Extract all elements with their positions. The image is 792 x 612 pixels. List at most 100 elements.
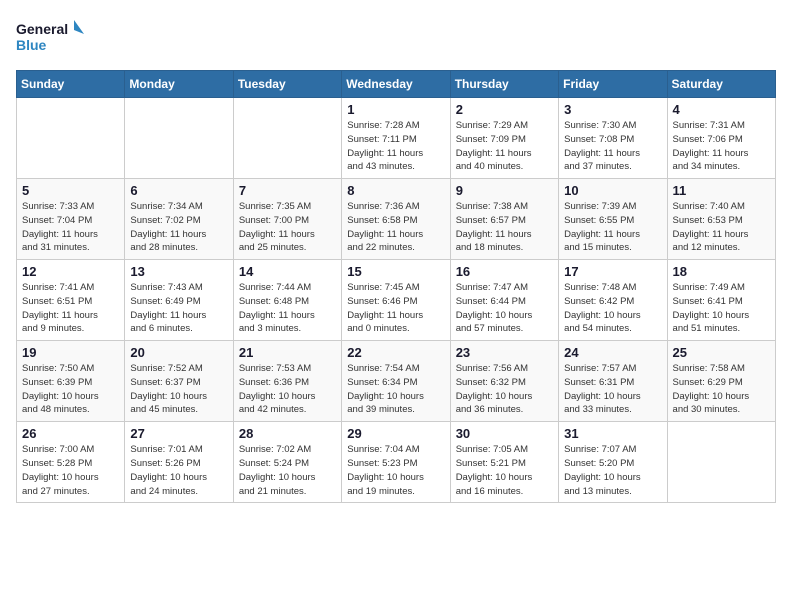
day-info: Sunrise: 7:04 AM Sunset: 5:23 PM Dayligh… [347, 443, 444, 498]
day-number: 28 [239, 426, 336, 441]
day-number: 17 [564, 264, 661, 279]
calendar-cell: 17 Sunrise: 7:48 AM Sunset: 6:42 PM Dayli… [559, 260, 667, 341]
day-info: Sunrise: 7:47 AM Sunset: 6:44 PM Dayligh… [456, 281, 553, 336]
day-info: Sunrise: 7:49 AM Sunset: 6:41 PM Dayligh… [673, 281, 770, 336]
day-info: Sunrise: 7:40 AM Sunset: 6:53 PM Dayligh… [673, 200, 770, 255]
day-info: Sunrise: 7:52 AM Sunset: 6:37 PM Dayligh… [130, 362, 227, 417]
day-number: 12 [22, 264, 119, 279]
day-number: 6 [130, 183, 227, 198]
day-info: Sunrise: 7:43 AM Sunset: 6:49 PM Dayligh… [130, 281, 227, 336]
day-number: 3 [564, 102, 661, 117]
calendar-cell [125, 98, 233, 179]
calendar-cell: 2 Sunrise: 7:29 AM Sunset: 7:09 PM Daylig… [450, 98, 558, 179]
calendar-cell: 13 Sunrise: 7:43 AM Sunset: 6:49 PM Dayli… [125, 260, 233, 341]
weekday-wednesday: Wednesday [342, 71, 450, 98]
day-info: Sunrise: 7:54 AM Sunset: 6:34 PM Dayligh… [347, 362, 444, 417]
day-number: 9 [456, 183, 553, 198]
weekday-thursday: Thursday [450, 71, 558, 98]
logo-svg: General Blue [16, 16, 86, 58]
calendar-cell: 24Sunrise: 7:57 AM Sunset: 6:31 PM Dayli… [559, 341, 667, 422]
logo: General Blue [16, 16, 86, 58]
calendar-cell: 1 Sunrise: 7:28 AM Sunset: 7:11 PM Daylig… [342, 98, 450, 179]
day-number: 10 [564, 183, 661, 198]
calendar-cell: 26 Sunrise: 7:00 AM Sunset: 5:28 PM Dayli… [17, 422, 125, 503]
day-info: Sunrise: 7:02 AM Sunset: 5:24 PM Dayligh… [239, 443, 336, 498]
calendar-cell: 6 Sunrise: 7:34 AM Sunset: 7:02 PM Daylig… [125, 179, 233, 260]
day-number: 2 [456, 102, 553, 117]
day-number: 30 [456, 426, 553, 441]
day-info: Sunrise: 7:00 AM Sunset: 5:28 PM Dayligh… [22, 443, 119, 498]
day-info: Sunrise: 7:07 AM Sunset: 5:20 PM Dayligh… [564, 443, 661, 498]
day-info: Sunrise: 7:33 AM Sunset: 7:04 PM Dayligh… [22, 200, 119, 255]
day-info: Sunrise: 7:01 AM Sunset: 5:26 PM Dayligh… [130, 443, 227, 498]
calendar-cell: 19 Sunrise: 7:50 AM Sunset: 6:39 PM Dayli… [17, 341, 125, 422]
week-row-4: 19 Sunrise: 7:50 AM Sunset: 6:39 PM Dayli… [17, 341, 776, 422]
calendar-cell: 9 Sunrise: 7:38 AM Sunset: 6:57 PM Daylig… [450, 179, 558, 260]
calendar-cell: 29 Sunrise: 7:04 AM Sunset: 5:23 PM Dayli… [342, 422, 450, 503]
day-number: 21 [239, 345, 336, 360]
day-number: 20 [130, 345, 227, 360]
calendar-cell [667, 422, 775, 503]
day-info: Sunrise: 7:57 AM Sunset: 6:31 PM Dayligh… [564, 362, 661, 417]
day-number: 4 [673, 102, 770, 117]
day-info: Sunrise: 7:44 AM Sunset: 6:48 PM Dayligh… [239, 281, 336, 336]
day-number: 7 [239, 183, 336, 198]
calendar-cell: 16 Sunrise: 7:47 AM Sunset: 6:44 PM Dayli… [450, 260, 558, 341]
day-info: Sunrise: 7:58 AM Sunset: 6:29 PM Dayligh… [673, 362, 770, 417]
day-info: Sunrise: 7:29 AM Sunset: 7:09 PM Dayligh… [456, 119, 553, 174]
day-number: 16 [456, 264, 553, 279]
day-info: Sunrise: 7:48 AM Sunset: 6:42 PM Dayligh… [564, 281, 661, 336]
day-info: Sunrise: 7:39 AM Sunset: 6:55 PM Dayligh… [564, 200, 661, 255]
calendar-body: 1 Sunrise: 7:28 AM Sunset: 7:11 PM Daylig… [17, 98, 776, 503]
day-info: Sunrise: 7:50 AM Sunset: 6:39 PM Dayligh… [22, 362, 119, 417]
weekday-friday: Friday [559, 71, 667, 98]
day-info: Sunrise: 7:35 AM Sunset: 7:00 PM Dayligh… [239, 200, 336, 255]
calendar-cell: 28 Sunrise: 7:02 AM Sunset: 5:24 PM Dayli… [233, 422, 341, 503]
day-number: 5 [22, 183, 119, 198]
calendar-cell [17, 98, 125, 179]
calendar-cell: 27 Sunrise: 7:01 AM Sunset: 5:26 PM Dayli… [125, 422, 233, 503]
page-header: General Blue [16, 16, 776, 58]
day-info: Sunrise: 7:36 AM Sunset: 6:58 PM Dayligh… [347, 200, 444, 255]
day-number: 1 [347, 102, 444, 117]
calendar-cell [233, 98, 341, 179]
weekday-header-row: SundayMondayTuesdayWednesdayThursdayFrid… [17, 71, 776, 98]
weekday-sunday: Sunday [17, 71, 125, 98]
day-info: Sunrise: 7:30 AM Sunset: 7:08 PM Dayligh… [564, 119, 661, 174]
day-info: Sunrise: 7:53 AM Sunset: 6:36 PM Dayligh… [239, 362, 336, 417]
day-number: 8 [347, 183, 444, 198]
day-info: Sunrise: 7:28 AM Sunset: 7:11 PM Dayligh… [347, 119, 444, 174]
day-number: 19 [22, 345, 119, 360]
calendar-cell: 18Sunrise: 7:49 AM Sunset: 6:41 PM Dayli… [667, 260, 775, 341]
day-info: Sunrise: 7:05 AM Sunset: 5:21 PM Dayligh… [456, 443, 553, 498]
calendar-cell: 14Sunrise: 7:44 AM Sunset: 6:48 PM Dayli… [233, 260, 341, 341]
calendar-cell: 23Sunrise: 7:56 AM Sunset: 6:32 PM Dayli… [450, 341, 558, 422]
weekday-monday: Monday [125, 71, 233, 98]
calendar-cell: 15 Sunrise: 7:45 AM Sunset: 6:46 PM Dayli… [342, 260, 450, 341]
day-number: 22 [347, 345, 444, 360]
day-number: 11 [673, 183, 770, 198]
svg-text:General: General [16, 21, 68, 37]
day-number: 27 [130, 426, 227, 441]
calendar-cell: 3 Sunrise: 7:30 AM Sunset: 7:08 PM Daylig… [559, 98, 667, 179]
week-row-1: 1 Sunrise: 7:28 AM Sunset: 7:11 PM Daylig… [17, 98, 776, 179]
week-row-2: 5 Sunrise: 7:33 AM Sunset: 7:04 PM Daylig… [17, 179, 776, 260]
weekday-tuesday: Tuesday [233, 71, 341, 98]
day-info: Sunrise: 7:31 AM Sunset: 7:06 PM Dayligh… [673, 119, 770, 174]
calendar-table: SundayMondayTuesdayWednesdayThursdayFrid… [16, 70, 776, 503]
calendar-cell: 7 Sunrise: 7:35 AM Sunset: 7:00 PM Daylig… [233, 179, 341, 260]
day-info: Sunrise: 7:34 AM Sunset: 7:02 PM Dayligh… [130, 200, 227, 255]
day-number: 25 [673, 345, 770, 360]
day-info: Sunrise: 7:38 AM Sunset: 6:57 PM Dayligh… [456, 200, 553, 255]
day-number: 29 [347, 426, 444, 441]
day-number: 15 [347, 264, 444, 279]
day-info: Sunrise: 7:45 AM Sunset: 6:46 PM Dayligh… [347, 281, 444, 336]
week-row-5: 26 Sunrise: 7:00 AM Sunset: 5:28 PM Dayli… [17, 422, 776, 503]
day-number: 23 [456, 345, 553, 360]
day-number: 26 [22, 426, 119, 441]
calendar-cell: 25 Sunrise: 7:58 AM Sunset: 6:29 PM Dayli… [667, 341, 775, 422]
calendar-cell: 8 Sunrise: 7:36 AM Sunset: 6:58 PM Daylig… [342, 179, 450, 260]
svg-text:Blue: Blue [16, 37, 47, 53]
day-number: 13 [130, 264, 227, 279]
day-number: 31 [564, 426, 661, 441]
